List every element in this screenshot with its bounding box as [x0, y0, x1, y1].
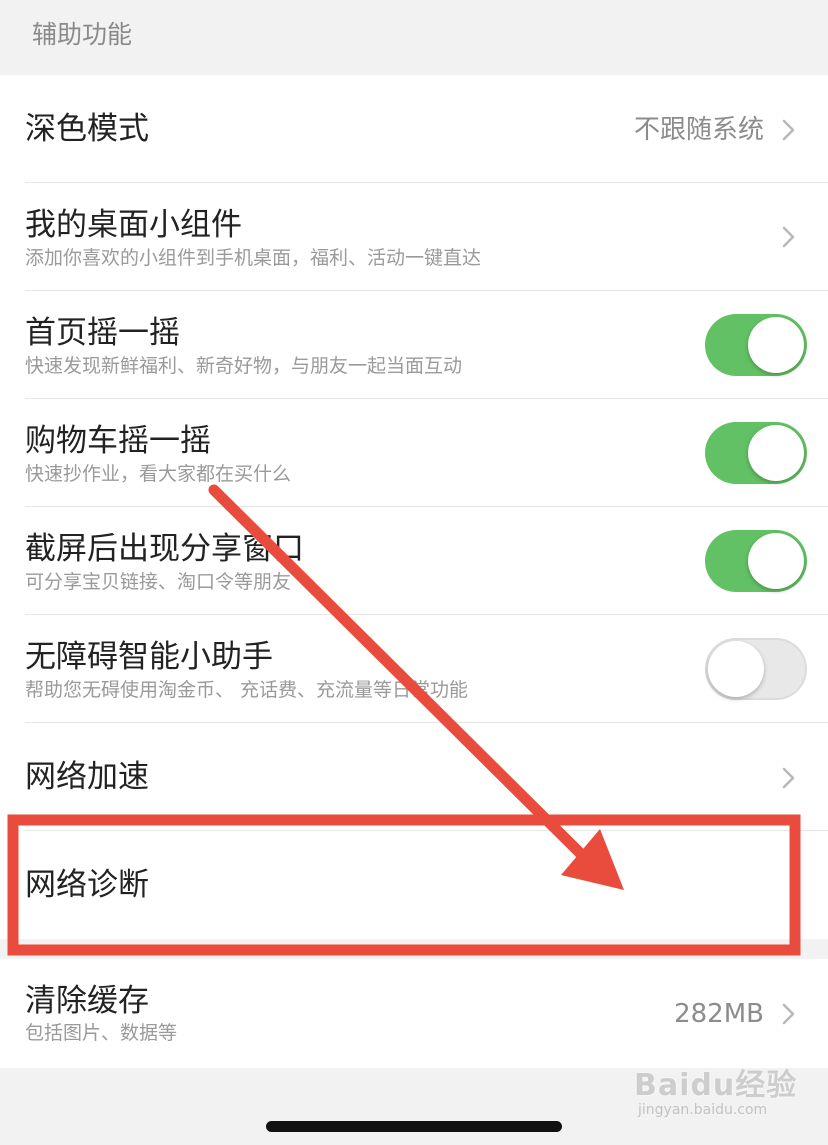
- section-title: 辅助功能: [32, 20, 133, 49]
- home-shake-toggle[interactable]: [705, 314, 807, 376]
- row-subtitle: 包括图片、数据等: [25, 1022, 178, 1044]
- setting-row-widgets[interactable]: 我的桌面小组件 添加你喜欢的小组件到手机桌面，福利、活动一键直达: [0, 183, 828, 291]
- watermark-url: jingyan.baidu.com: [638, 1102, 768, 1118]
- row-title: 网络加速: [25, 759, 149, 795]
- row-title: 购物车摇一摇: [25, 423, 211, 459]
- cart-shake-toggle[interactable]: [705, 422, 807, 484]
- group-gap: [0, 939, 828, 959]
- row-title: 清除缓存: [25, 983, 149, 1019]
- setting-row-accessibility-assistant: 无障碍智能小助手 帮助您无碍使用淘金币、 充话费、充流量等日常功能: [0, 615, 828, 723]
- setting-row-screenshot-share: 截屏后出现分享窗口 可分享宝贝链接、淘口令等朋友: [0, 507, 828, 615]
- row-subtitle: 可分享宝贝链接、淘口令等朋友: [25, 571, 292, 593]
- row-subtitle: 帮助您无碍使用淘金币、 充话费、充流量等日常功能: [25, 679, 469, 701]
- home-indicator: [266, 1121, 562, 1132]
- toggle-knob: [748, 425, 804, 481]
- accessibility-assistant-toggle[interactable]: [705, 638, 807, 700]
- setting-row-network-speedup[interactable]: 网络加速: [0, 723, 828, 831]
- toggle-knob: [748, 317, 804, 373]
- chevron-right-icon: [782, 1003, 795, 1025]
- toggle-knob: [708, 641, 764, 697]
- screenshot-share-toggle[interactable]: [705, 530, 807, 592]
- toggle-knob: [748, 533, 804, 589]
- row-value: 282MB: [674, 999, 764, 1029]
- row-subtitle: 快速抄作业，看大家都在买什么: [25, 463, 292, 485]
- setting-row-dark-mode[interactable]: 深色模式 不跟随系统: [0, 75, 828, 183]
- row-subtitle: 快速发现新鲜福利、新奇好物，与朋友一起当面互动: [25, 355, 463, 377]
- setting-row-network-diagnosis[interactable]: 网络诊断: [0, 831, 828, 939]
- row-title: 深色模式: [25, 111, 149, 147]
- row-value: 不跟随系统: [633, 115, 764, 145]
- chevron-right-icon: [782, 226, 795, 248]
- watermark-text: Baidu经验: [634, 1068, 798, 1103]
- chevron-right-icon: [782, 767, 795, 789]
- setting-row-cart-shake: 购物车摇一摇 快速抄作业，看大家都在买什么: [0, 399, 828, 507]
- row-title: 首页摇一摇: [25, 315, 180, 351]
- baidu-jingyan-watermark: Baidu经验 jingyan.baidu.com: [634, 1050, 814, 1130]
- chevron-right-icon: [782, 119, 795, 141]
- setting-row-home-shake: 首页摇一摇 快速发现新鲜福利、新奇好物，与朋友一起当面互动: [0, 291, 828, 399]
- row-title: 我的桌面小组件: [25, 207, 242, 243]
- section-header: 辅助功能: [0, 0, 828, 75]
- row-title: 截屏后出现分享窗口: [25, 531, 304, 567]
- row-title: 无障碍智能小助手: [25, 639, 273, 675]
- row-title: 网络诊断: [25, 867, 149, 903]
- row-subtitle: 添加你喜欢的小组件到手机桌面，福利、活动一键直达: [25, 247, 482, 269]
